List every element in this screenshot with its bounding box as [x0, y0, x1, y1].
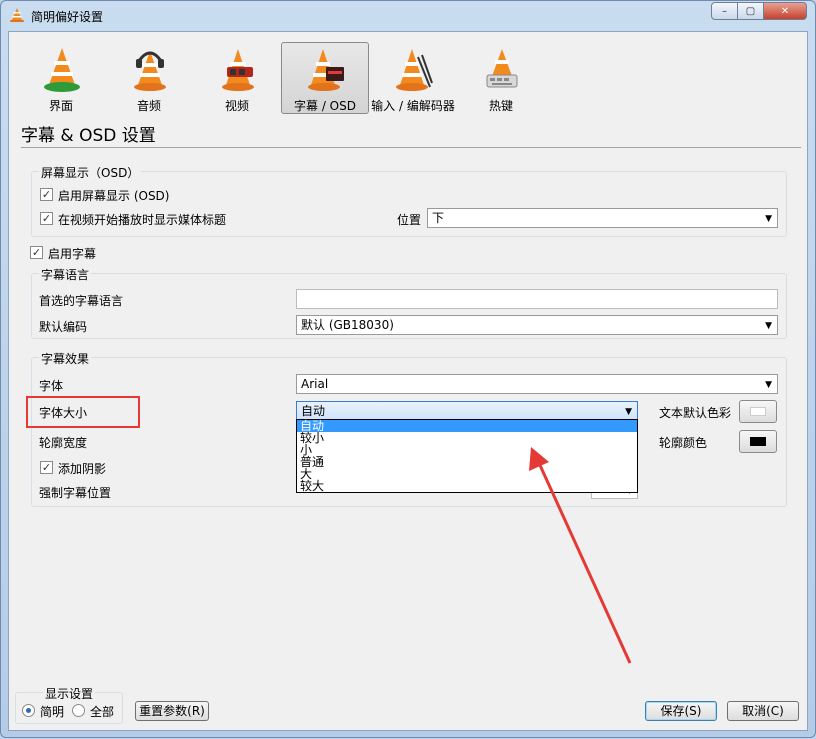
preferred-language-input[interactable] [296, 289, 778, 309]
show-title-checkbox[interactable]: ✓ [40, 212, 53, 225]
reset-preferences-button[interactable]: 重置参数(R) [135, 701, 209, 721]
tab-label: 热键 [488, 99, 513, 113]
all-radio[interactable] [72, 704, 85, 717]
subtitles-cone-icon [308, 49, 344, 91]
audio-cone-icon [134, 51, 166, 91]
video-cone-icon [222, 49, 254, 91]
subtitle-language-title: 字幕语言 [39, 266, 92, 283]
tab-audio[interactable]: 音频 [105, 42, 193, 114]
input-codecs-cone-icon [396, 49, 433, 91]
text-color-button[interactable] [739, 400, 777, 423]
outline-color-swatch [750, 437, 766, 446]
add-shadow-label: 添加阴影 [58, 462, 107, 476]
chevron-down-icon: ▼ [765, 380, 772, 390]
vlc-cone-icon [10, 8, 24, 22]
page-title: 字幕 & OSD 设置 [21, 126, 156, 146]
subtitle-effects-title: 字幕效果 [39, 350, 92, 367]
hotkeys-cone-icon [486, 49, 518, 88]
font-select[interactable]: Arial ▼ [296, 374, 778, 394]
encoding-label: 默认编码 [39, 320, 88, 334]
font-size-dropdown-list: 自动 较小 小 普通 大 较大 [296, 419, 638, 493]
tab-label: 音频 [136, 99, 161, 113]
chevron-down-icon: ▼ [765, 321, 772, 331]
interface-cone-icon [44, 48, 80, 92]
tab-label: 字幕 / OSD [294, 99, 356, 113]
minimize-button[interactable]: – [711, 2, 738, 20]
tab-label: 视频 [224, 99, 249, 113]
text-color-label: 文本默认色彩 [659, 406, 732, 420]
tab-video[interactable]: 视频 [193, 42, 281, 114]
maximize-button[interactable]: ▢ [737, 2, 764, 20]
simple-label: 简明 [40, 705, 65, 719]
title-divider [21, 147, 801, 148]
font-size-option[interactable]: 较小 [297, 432, 637, 444]
tab-label: 界面 [48, 99, 73, 113]
font-size-option[interactable]: 普通 [297, 456, 637, 468]
position-value: 下 [432, 211, 445, 225]
encoding-value: 默认 (GB18030) [301, 318, 394, 332]
osd-group-title: 屏幕显示（OSD） [39, 164, 142, 181]
font-size-select[interactable]: 自动 ▼ [296, 401, 638, 421]
font-label: 字体 [39, 379, 64, 393]
enable-subtitles-label: 启用字幕 [48, 247, 97, 261]
font-size-option[interactable]: 较大 [297, 480, 637, 492]
font-size-option[interactable]: 大 [297, 468, 637, 480]
cancel-button[interactable]: 取消(C) [727, 701, 799, 721]
position-label: 位置 [397, 213, 422, 227]
chevron-down-icon: ▼ [625, 407, 632, 417]
outline-color-button[interactable] [739, 430, 777, 453]
add-shadow-checkbox[interactable]: ✓ [40, 461, 53, 474]
outline-width-label: 轮廓宽度 [39, 436, 88, 450]
text-color-swatch [750, 407, 766, 416]
window-title: 简明偏好设置 [31, 10, 104, 24]
show-settings-title: 显示设置 [43, 685, 96, 702]
category-toolbar: 界面 音频 视频 字幕 / OSD 输入 / 编解码器 热键 [17, 42, 545, 114]
close-button[interactable]: ✕ [763, 2, 807, 20]
font-size-option[interactable]: 自动 [297, 420, 637, 432]
tab-hotkeys[interactable]: 热键 [457, 42, 545, 114]
preferences-window: 简明偏好设置 – ▢ ✕ 界面 音频 视频 字幕 / OSD 输入 / 编解码器… [0, 0, 816, 738]
encoding-select[interactable]: 默认 (GB18030) ▼ [296, 315, 778, 335]
tab-input-codecs[interactable]: 输入 / 编解码器 [369, 42, 457, 114]
enable-osd-checkbox[interactable]: ✓ [40, 188, 53, 201]
tab-subtitles-osd[interactable]: 字幕 / OSD [281, 42, 369, 114]
enable-subtitles-checkbox[interactable]: ✓ [30, 246, 43, 259]
position-select[interactable]: 下 ▼ [427, 208, 778, 228]
all-label: 全部 [90, 705, 115, 719]
tab-interface[interactable]: 界面 [17, 42, 105, 114]
enable-osd-label: 启用屏幕显示 (OSD) [58, 189, 170, 203]
font-value: Arial [301, 377, 329, 391]
font-size-value: 自动 [301, 404, 326, 418]
font-size-highlight-box [26, 396, 140, 428]
tab-label: 输入 / 编解码器 [371, 99, 455, 113]
show-title-label: 在视频开始播放时显示媒体标题 [58, 213, 227, 227]
force-position-label: 强制字幕位置 [39, 486, 112, 500]
chevron-down-icon: ▼ [765, 214, 772, 224]
title-bar: 简明偏好设置 – ▢ ✕ [1, 1, 815, 29]
outline-color-label: 轮廓颜色 [659, 436, 708, 450]
save-button[interactable]: 保存(S) [645, 701, 717, 721]
radio-dot-icon [26, 708, 31, 713]
font-size-option[interactable]: 小 [297, 444, 637, 456]
simple-radio[interactable] [22, 704, 35, 717]
preferred-language-label: 首选的字幕语言 [39, 294, 124, 308]
